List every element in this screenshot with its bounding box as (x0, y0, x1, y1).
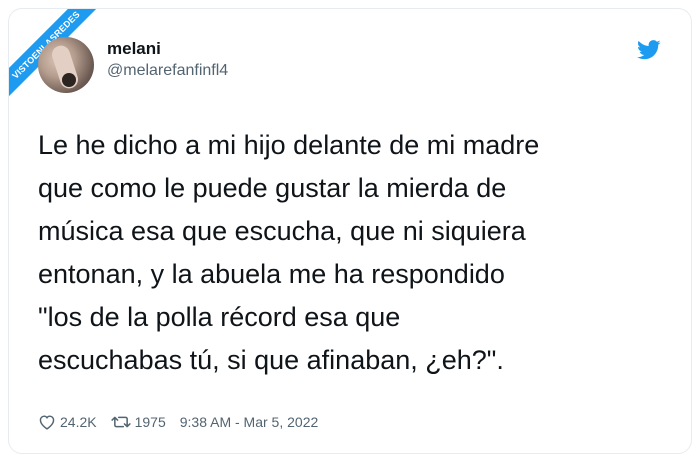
twitter-bird-icon[interactable] (637, 40, 661, 60)
like-stat[interactable]: 24.2K (38, 414, 97, 430)
avatar[interactable] (38, 37, 94, 93)
retweet-count: 1975 (134, 414, 166, 430)
tweet-footer: 24.2K 1975 9:38 AM - Mar 5, 2022 (38, 414, 318, 430)
heart-icon (39, 415, 55, 430)
user-handle[interactable]: @melarefanfinfl4 (107, 62, 228, 80)
tweet-line: Le he dicho a mi hijo delante de mi madr… (38, 130, 540, 160)
tweet-line: entonan, y la abuela me ha respondido (38, 259, 505, 289)
like-count: 24.2K (60, 414, 97, 430)
tweet-timestamp[interactable]: 9:38 AM - Mar 5, 2022 (180, 414, 319, 430)
retweet-stat[interactable]: 1975 (110, 414, 166, 430)
tweet-line: música esa que escucha, que ni siquiera (38, 216, 526, 246)
tweet-line: escuchabas tú, si que afinaban, ¿eh?". (38, 345, 504, 375)
tweet-line: que como le puede gustar la mierda de (38, 173, 507, 203)
retweet-icon (110, 416, 131, 428)
tweet-line: "los de la polla récord esa que (38, 302, 401, 332)
user-name[interactable]: melani (107, 39, 161, 59)
tweet-text: Le he dicho a mi hijo delante de mi madr… (38, 124, 678, 382)
